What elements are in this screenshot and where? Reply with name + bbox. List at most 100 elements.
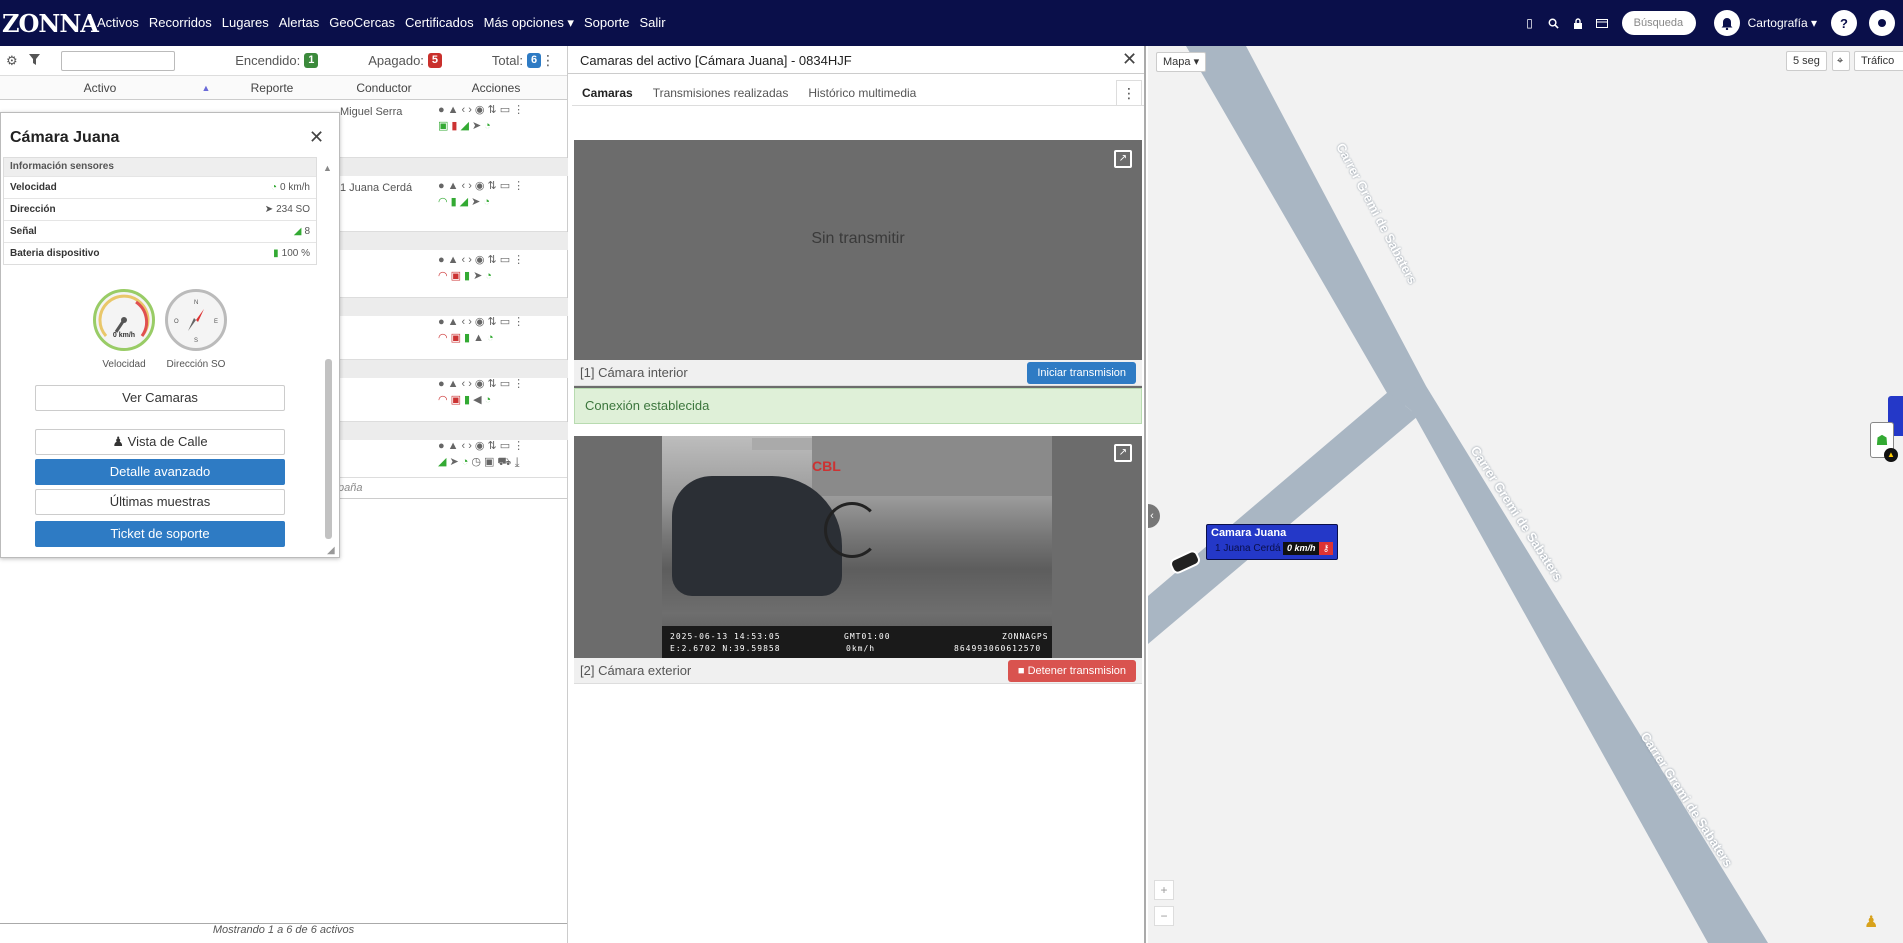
info-icon[interactable]: ●: [438, 104, 448, 116]
tab-camaras[interactable]: Camaras: [572, 80, 643, 105]
route-icon[interactable]: ⇅: [487, 180, 499, 192]
lock-icon[interactable]: [1566, 11, 1590, 35]
traffic-button[interactable]: Tráfico: [1854, 51, 1903, 71]
latest-samples-button[interactable]: Últimas muestras: [35, 489, 285, 515]
pegman-icon[interactable]: ♟: [1864, 912, 1878, 932]
scroll-up-icon[interactable]: ▲: [323, 163, 332, 173]
close-icon[interactable]: ✕: [1122, 49, 1137, 70]
code-icon[interactable]: ‹›: [462, 440, 475, 452]
nav-mas-opciones[interactable]: Más opciones ▾: [479, 0, 579, 46]
alert-icon[interactable]: ▲: [448, 180, 462, 192]
support-ticket-button[interactable]: Ticket de soporte: [35, 521, 285, 547]
eye-icon[interactable]: ◉: [475, 254, 488, 266]
kebab-icon[interactable]: ⋮: [513, 316, 527, 328]
notifications-bell-icon[interactable]: [1713, 10, 1740, 36]
eye-icon[interactable]: ◉: [475, 104, 488, 116]
zoom-out-button[interactable]: −: [1154, 906, 1174, 926]
info-icon[interactable]: ●: [438, 254, 448, 266]
on-count[interactable]: Encendido: 1: [235, 53, 319, 68]
help-icon[interactable]: ?: [1831, 10, 1857, 36]
nav-recorridos[interactable]: Recorridos: [144, 0, 217, 46]
alert-icon[interactable]: ▲: [448, 104, 462, 116]
popup-scrollbar[interactable]: ▲: [323, 163, 333, 543]
message-icon[interactable]: ▭: [500, 378, 513, 390]
asset-filter-input[interactable]: [61, 50, 176, 71]
filter-icon[interactable]: [28, 53, 44, 68]
map-pin-icon[interactable]: ⌖: [1832, 51, 1850, 71]
map-panel[interactable]: Carrer Gremi de Sabaters Carrer Gremi de…: [1148, 46, 1903, 943]
col-conductor[interactable]: Conductor: [332, 81, 436, 95]
nav-alertas[interactable]: Alertas: [274, 0, 324, 46]
kebab-menu-icon[interactable]: ⋮: [541, 52, 555, 69]
nav-soporte[interactable]: Soporte: [579, 0, 635, 46]
code-icon[interactable]: ‹›: [462, 104, 475, 116]
close-icon[interactable]: ✕: [309, 127, 324, 148]
nav-certificados[interactable]: Certificados: [400, 0, 479, 46]
message-icon[interactable]: ▭: [500, 440, 513, 452]
col-activo[interactable]: Activo: [0, 81, 200, 95]
eye-icon[interactable]: ◉: [475, 440, 488, 452]
kebab-icon[interactable]: ⋮: [513, 378, 527, 390]
route-icon[interactable]: ⇅: [487, 254, 499, 266]
popout-icon[interactable]: ↗: [1114, 444, 1132, 462]
kebab-menu-icon[interactable]: ⋮: [1116, 80, 1142, 106]
alert-icon[interactable]: ▲: [448, 316, 462, 328]
eye-icon[interactable]: ◉: [475, 316, 488, 328]
route-icon[interactable]: ⇅: [487, 378, 499, 390]
refresh-interval-button[interactable]: 5 seg: [1786, 51, 1827, 71]
scrollbar-thumb[interactable]: [325, 359, 332, 539]
gear-icon[interactable]: ⚙: [6, 53, 21, 69]
clipboard-icon[interactable]: ▯: [1518, 11, 1542, 35]
alert-icon[interactable]: ▲: [448, 254, 462, 266]
tab-historico[interactable]: Histórico multimedia: [798, 80, 926, 105]
cartography-dropdown[interactable]: Cartografía ▾: [1748, 16, 1817, 30]
search-icon[interactable]: [1542, 11, 1566, 35]
kebab-icon[interactable]: ⋮: [513, 254, 527, 266]
zoom-in-button[interactable]: +: [1154, 880, 1174, 900]
eye-icon[interactable]: ◉: [475, 378, 488, 390]
resize-handle-icon[interactable]: ◢: [327, 545, 335, 556]
map-type-dropdown[interactable]: Mapa ▾: [1156, 52, 1207, 72]
code-icon[interactable]: ‹›: [462, 254, 475, 266]
popout-icon[interactable]: ↗: [1114, 150, 1132, 168]
message-icon[interactable]: ▭: [500, 254, 513, 266]
stop-transmission-button[interactable]: ■ Detener transmision: [1007, 660, 1136, 682]
code-icon[interactable]: ‹›: [462, 316, 475, 328]
message-icon[interactable]: ▭: [500, 316, 513, 328]
message-icon[interactable]: ▭: [500, 180, 513, 192]
kebab-icon[interactable]: ⋮: [513, 104, 527, 116]
street-view-button[interactable]: ♟ Vista de Calle: [35, 429, 285, 455]
col-reporte[interactable]: Reporte: [212, 81, 332, 95]
vehicle-marker-label[interactable]: Camara Juana 1 Juana Cerdá 0 km/h ⚷: [1206, 524, 1338, 560]
info-icon[interactable]: ●: [438, 440, 448, 452]
start-transmission-button[interactable]: Iniciar transmision: [1027, 362, 1136, 384]
kebab-icon[interactable]: ⋮: [513, 180, 527, 192]
code-icon[interactable]: ‹›: [462, 378, 475, 390]
card-icon[interactable]: [1590, 11, 1614, 35]
sort-asc-icon[interactable]: ▲: [200, 83, 212, 93]
global-search-input[interactable]: Búsqueda: [1621, 11, 1696, 35]
alert-icon[interactable]: ▲: [448, 378, 462, 390]
tab-transmisiones[interactable]: Transmisiones realizadas: [643, 80, 799, 105]
total-count[interactable]: Total: 6: [492, 53, 541, 68]
kebab-icon[interactable]: ⋮: [513, 440, 527, 452]
route-icon[interactable]: ⇅: [487, 104, 499, 116]
route-icon[interactable]: ⇅: [487, 440, 499, 452]
advanced-detail-button[interactable]: Detalle avanzado: [35, 459, 285, 485]
message-icon[interactable]: ▭: [500, 104, 513, 116]
info-icon[interactable]: ●: [438, 378, 448, 390]
route-icon[interactable]: ⇅: [487, 316, 499, 328]
code-icon[interactable]: ‹›: [462, 180, 475, 192]
info-icon[interactable]: ●: [438, 180, 448, 192]
off-count[interactable]: Apagado: 5: [368, 53, 442, 68]
nav-activos[interactable]: Activos: [92, 0, 144, 46]
col-acciones[interactable]: Acciones: [436, 81, 556, 95]
eye-icon[interactable]: ◉: [475, 180, 488, 192]
alert-icon[interactable]: ▲: [448, 440, 462, 452]
user-menu-icon[interactable]: [1869, 10, 1895, 36]
nav-geocercas[interactable]: GeoCercas: [324, 0, 400, 46]
info-icon[interactable]: ●: [438, 316, 448, 328]
view-cameras-button[interactable]: Ver Camaras: [35, 385, 285, 411]
zonna-logo[interactable]: ZONNA: [0, 0, 99, 46]
nav-salir[interactable]: Salir: [635, 0, 671, 46]
